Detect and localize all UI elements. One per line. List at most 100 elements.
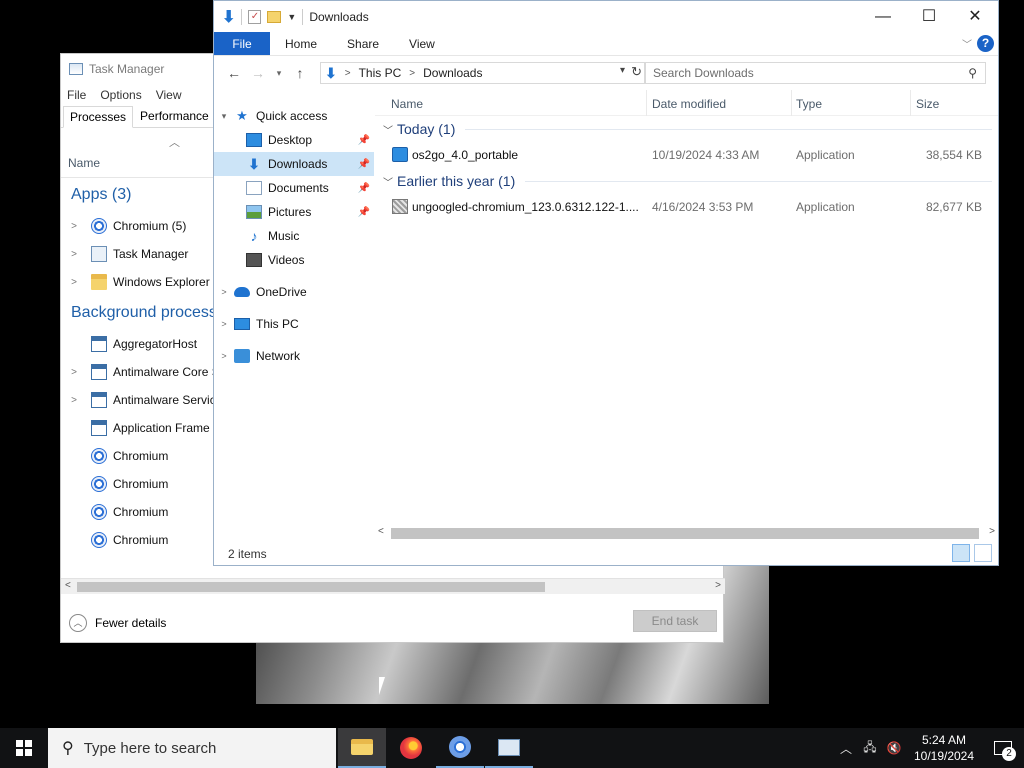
nav-item-downloads[interactable]: ⬇ Downloads 📌 (214, 152, 374, 176)
expand-chevron-icon[interactable]: > (63, 395, 85, 406)
taskbar-task-manager[interactable] (485, 728, 533, 768)
horizontal-scrollbar[interactable]: < > (61, 578, 725, 594)
chevron-up-circle-icon[interactable]: ︿ (69, 614, 87, 632)
expand-chevron-icon[interactable]: > (63, 367, 85, 378)
forward-arrow-icon[interactable]: → (246, 65, 270, 81)
horizontal-scrollbar[interactable]: < > (375, 525, 998, 541)
taskbar-search-box[interactable]: ⚲ Type here to search (48, 728, 336, 768)
maximize-button[interactable]: ☐ (906, 1, 952, 32)
nav-item-music[interactable]: ♪ Music (214, 224, 374, 248)
scroll-right-icon[interactable]: > (989, 526, 995, 537)
scrollbar-thumb[interactable] (391, 528, 979, 539)
start-button[interactable] (0, 728, 48, 768)
search-icon: ⚲ (968, 66, 977, 80)
scroll-left-icon[interactable]: < (378, 526, 384, 537)
nav-item-network[interactable]: > Network (214, 344, 374, 368)
column-type[interactable]: Type (796, 97, 822, 111)
menu-view[interactable]: View (156, 88, 182, 102)
pin-icon[interactable]: 📌 (358, 159, 370, 170)
chromium-icon (449, 736, 471, 758)
address-dropdown-icon[interactable]: ▾ (620, 65, 625, 76)
breadcrumb-chevron-icon[interactable]: > (409, 68, 415, 79)
expand-chevron-icon[interactable]: ▾ (214, 111, 234, 122)
breadcrumb-chevron-icon[interactable]: > (345, 68, 351, 79)
desktop-icon (246, 133, 262, 147)
tab-share[interactable]: Share (332, 32, 394, 55)
scroll-right-icon[interactable]: > (715, 580, 721, 591)
column-size[interactable]: Size (916, 97, 939, 111)
up-arrow-icon[interactable]: ↑ (288, 65, 312, 81)
fewer-details-link[interactable]: Fewer details (95, 616, 166, 630)
pin-icon[interactable]: 📌 (358, 135, 370, 146)
window-icon (91, 420, 107, 436)
end-task-button[interactable]: End task (633, 610, 717, 632)
process-name: Chromium (113, 449, 169, 463)
file-row[interactable]: ungoogled-chromium_123.0.6312.122-1.... … (375, 194, 998, 220)
tab-view[interactable]: View (394, 32, 450, 55)
large-icons-view-icon[interactable] (974, 544, 992, 562)
tab-home[interactable]: Home (270, 32, 332, 55)
nav-item-documents[interactable]: Documents 📌 (214, 176, 374, 200)
expand-chevron-icon[interactable]: > (214, 351, 234, 361)
scrollbar-thumb[interactable] (77, 582, 545, 592)
nav-item-this-pc[interactable]: > This PC (214, 312, 374, 336)
group-header-today[interactable]: ﹀ Today (1) (375, 116, 998, 142)
process-name: Chromium (113, 505, 169, 519)
breadcrumb-downloads[interactable]: Downloads (423, 66, 482, 80)
taskbar-firefox[interactable] (387, 728, 435, 768)
process-name: Antimalware Servic (113, 393, 216, 407)
explorer-titlebar[interactable]: ⬇ ✓ ▼ Downloads — ☐ ✕ (214, 1, 998, 32)
collapse-chevron-icon[interactable]: ﹀ (379, 174, 397, 189)
expand-ribbon-chevron-icon[interactable]: ﹀ (962, 36, 972, 51)
process-name: AggregatorHost (113, 337, 198, 351)
nav-item-quick-access[interactable]: ▾ ★ Quick access (214, 104, 374, 128)
minimize-button[interactable]: — (860, 1, 906, 32)
clock[interactable]: 5:24 AM 10/19/2024 (906, 732, 982, 764)
volume-muted-icon[interactable]: 🔇 (882, 741, 906, 755)
nav-item-pictures[interactable]: Pictures 📌 (214, 200, 374, 224)
task-manager-footer: ︿ Fewer details End task (61, 605, 723, 641)
back-arrow-icon[interactable]: ← (222, 65, 246, 81)
refresh-icon[interactable]: ↻ (631, 64, 642, 80)
firefox-icon (400, 737, 422, 759)
nav-item-videos[interactable]: Videos (214, 248, 374, 272)
tab-performance[interactable]: Performance (133, 105, 216, 127)
show-hidden-icons-chevron-icon[interactable]: ︿ (834, 740, 858, 757)
taskbar-chromium[interactable] (436, 728, 484, 768)
pin-icon[interactable]: 📌 (358, 207, 370, 218)
expand-chevron-icon[interactable]: > (63, 249, 85, 260)
recent-locations-chevron-icon[interactable]: ▾ (270, 68, 288, 79)
expand-chevron-icon[interactable]: > (63, 221, 85, 232)
close-button[interactable]: ✕ (952, 1, 998, 32)
collapse-chevron-icon[interactable]: ﹀ (379, 122, 397, 137)
installer-icon (392, 199, 408, 214)
scroll-left-icon[interactable]: < (65, 580, 71, 591)
nav-item-desktop[interactable]: Desktop 📌 (214, 128, 374, 152)
taskbar-file-explorer[interactable] (338, 728, 386, 768)
expand-chevron-icon[interactable]: > (214, 287, 234, 297)
tab-processes[interactable]: Processes (63, 106, 134, 128)
download-arrow-icon: ⬇ (222, 8, 236, 26)
expand-chevron-icon[interactable]: > (214, 319, 234, 329)
tab-file[interactable]: File (214, 32, 270, 55)
customize-dropdown-icon[interactable]: ▼ (287, 12, 296, 22)
breadcrumb-this-pc[interactable]: This PC (359, 66, 402, 80)
pin-icon[interactable]: 📌 (358, 183, 370, 194)
action-center-button[interactable]: 2 (982, 728, 1024, 768)
column-name[interactable]: Name (391, 97, 423, 111)
menu-options[interactable]: Options (100, 88, 141, 102)
new-folder-icon[interactable] (267, 10, 282, 23)
group-header-earlier-this-year[interactable]: ﹀ Earlier this year (1) (375, 168, 998, 194)
menu-file[interactable]: File (67, 88, 86, 102)
file-row[interactable]: os2go_4.0_portable 10/19/2024 4:33 AM Ap… (375, 142, 998, 168)
expand-chevron-icon[interactable]: > (63, 277, 85, 288)
column-date-modified[interactable]: Date modified (652, 97, 726, 111)
help-icon[interactable]: ? (977, 35, 994, 52)
search-input[interactable]: Search Downloads ⚲ (644, 62, 986, 84)
network-icon[interactable]: 🖧 (858, 738, 882, 759)
search-placeholder: Search Downloads (653, 66, 754, 80)
nav-item-onedrive[interactable]: > OneDrive (214, 280, 374, 304)
properties-check-icon[interactable]: ✓ (248, 9, 262, 24)
address-bar[interactable]: ⬇ > This PC > Downloads ▾ ↻ (320, 62, 646, 84)
details-view-icon[interactable] (952, 544, 970, 562)
